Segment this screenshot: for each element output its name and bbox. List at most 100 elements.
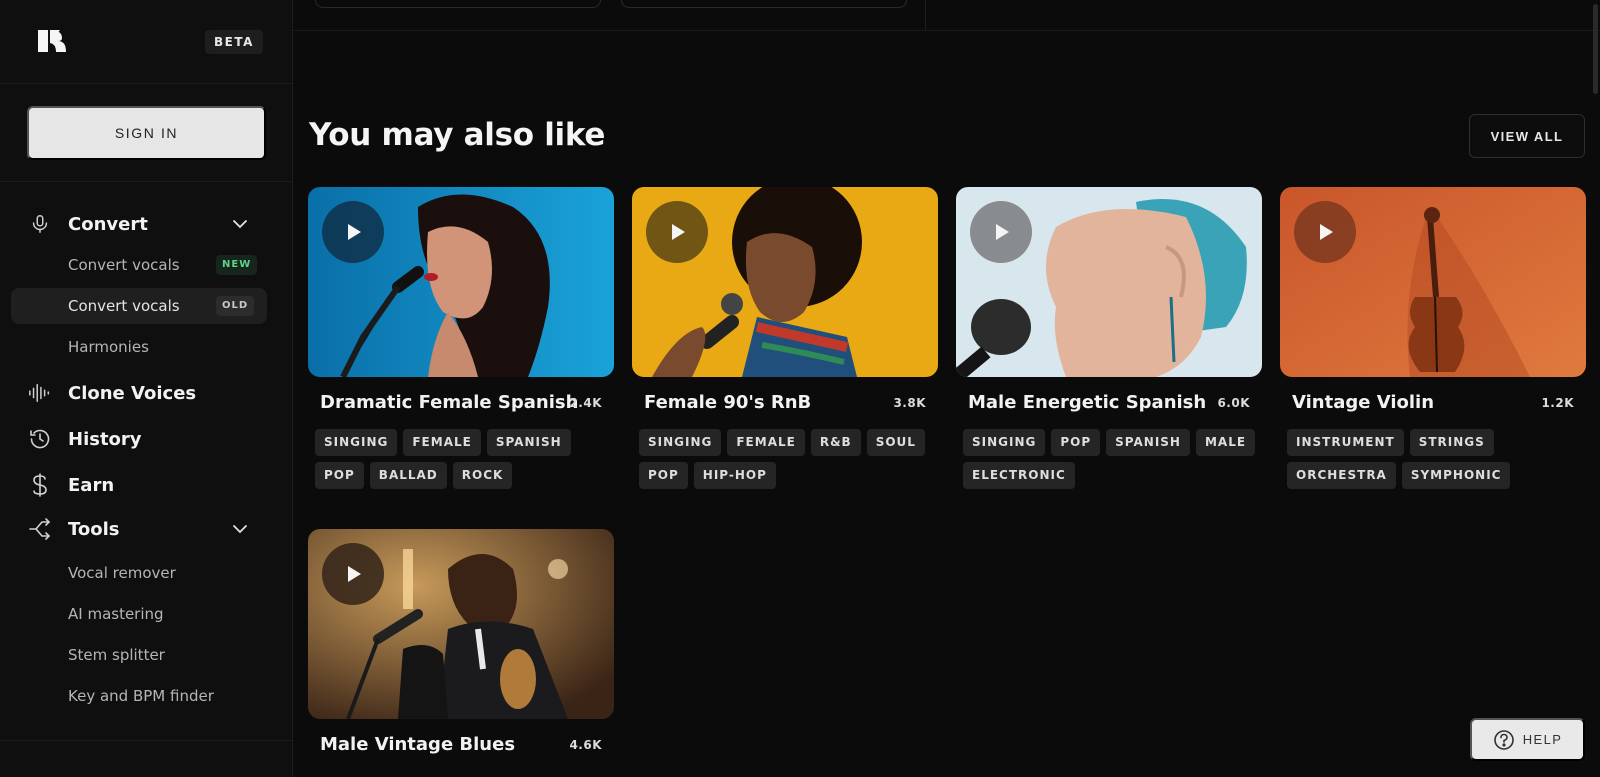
card-title[interactable]: Vintage Violin — [1292, 392, 1434, 413]
tag[interactable]: SPANISH — [1106, 429, 1190, 456]
previous-card[interactable] — [315, 0, 601, 8]
new-badge: NEW — [216, 255, 258, 275]
nav-item-clone-voices[interactable]: Clone Voices — [0, 375, 293, 411]
card-title[interactable]: Male Vintage Blues — [320, 734, 515, 755]
view-all-button[interactable]: VIEW ALL — [1469, 114, 1585, 158]
sub-label: Harmonies — [68, 338, 149, 356]
card-title[interactable]: Dramatic Female Spanish — [320, 392, 578, 413]
voice-card[interactable]: Dramatic Female Spanish 2.4K SINGING FEM… — [308, 187, 614, 489]
tag[interactable]: SINGING — [315, 429, 398, 456]
chevron-down-icon[interactable] — [231, 215, 249, 233]
play-button[interactable] — [646, 201, 708, 263]
section-title: You may also like — [309, 117, 606, 153]
nav-label-convert: Convert — [68, 213, 148, 235]
nav-label-earn: Earn — [68, 474, 115, 496]
tag[interactable]: SPANISH — [486, 429, 571, 456]
nav-item-tools[interactable]: Tools — [0, 511, 293, 547]
card-thumbnail[interactable] — [956, 187, 1262, 377]
previous-card[interactable] — [621, 0, 907, 8]
sub-item-convert-vocals-old[interactable]: Convert vocals OLD — [11, 288, 267, 324]
tag[interactable]: FEMALE — [403, 429, 481, 456]
tag[interactable]: ELECTRONIC — [963, 462, 1075, 489]
sub-label: Key and BPM finder — [68, 687, 214, 705]
play-icon — [996, 224, 1009, 240]
old-badge: OLD — [216, 296, 255, 316]
top-strip — [293, 0, 1600, 31]
card-thumbnail[interactable] — [308, 187, 614, 377]
tag[interactable]: MALE — [1195, 429, 1256, 456]
mic-icon — [28, 212, 52, 236]
sub-label: Convert vocals — [68, 256, 180, 274]
sign-in-button[interactable]: SIGN IN — [27, 106, 266, 160]
tag[interactable]: HIP-HOP — [693, 462, 776, 489]
card-title[interactable]: Female 90's RnB — [644, 392, 811, 413]
tag[interactable]: ORCHESTRA — [1287, 462, 1396, 489]
voice-card[interactable]: Male Vintage Blues 4.6K — [308, 529, 614, 755]
main-content: You may also like VIEW ALL Dramatic Fema… — [293, 0, 1600, 777]
sub-item-vocal-remover[interactable]: Vocal remover — [11, 555, 267, 591]
tag[interactable]: R&B — [810, 429, 861, 456]
share-icon — [28, 517, 52, 541]
play-button[interactable] — [1294, 201, 1356, 263]
tag-list: SINGING POP SPANISH MALE ELECTRONIC — [963, 429, 1263, 489]
play-icon — [672, 224, 685, 240]
tag[interactable]: POP — [639, 462, 688, 489]
sub-item-stem-splitter[interactable]: Stem splitter — [11, 637, 267, 673]
help-button[interactable]: HELP — [1470, 718, 1585, 761]
card-title[interactable]: Male Energetic Spanish — [968, 392, 1206, 413]
card-thumbnail[interactable] — [632, 187, 938, 377]
tag[interactable]: SINGING — [639, 429, 722, 456]
sub-item-key-bpm-finder[interactable]: Key and BPM finder — [11, 678, 267, 714]
logo-icon[interactable] — [36, 26, 70, 56]
tag-list: INSTRUMENT STRINGS ORCHESTRA SYMPHONIC — [1287, 429, 1587, 489]
use-count: 6.0K — [1217, 396, 1250, 410]
play-button[interactable] — [322, 201, 384, 263]
tag[interactable]: STRINGS — [1409, 429, 1494, 456]
nav-item-history[interactable]: History — [0, 421, 293, 457]
use-count: 4.6K — [569, 738, 602, 752]
voice-card[interactable]: Male Energetic Spanish 6.0K SINGING POP … — [956, 187, 1262, 489]
tag[interactable]: FEMALE — [727, 429, 805, 456]
card-thumbnail[interactable] — [308, 529, 614, 719]
divider — [0, 740, 293, 741]
play-button[interactable] — [322, 543, 384, 605]
sidebar: BETA SIGN IN Convert Convert vocals NEW … — [0, 0, 293, 777]
tag[interactable]: POP — [315, 462, 364, 489]
divider — [925, 0, 926, 31]
sub-label: AI mastering — [68, 605, 164, 623]
tag[interactable]: SYMPHONIC — [1401, 462, 1511, 489]
card-thumbnail[interactable] — [1280, 187, 1586, 377]
sub-label: Convert vocals — [68, 297, 180, 315]
nav-item-earn[interactable]: Earn — [0, 467, 293, 503]
sub-label: Stem splitter — [68, 646, 165, 664]
voice-card[interactable]: Vintage Violin 1.2K INSTRUMENT STRINGS O… — [1280, 187, 1586, 489]
play-icon — [348, 566, 361, 582]
play-icon — [348, 224, 361, 240]
sidebar-header: BETA — [0, 0, 293, 84]
tag[interactable]: INSTRUMENT — [1287, 429, 1404, 456]
sub-item-ai-mastering[interactable]: AI mastering — [11, 596, 267, 632]
sub-item-convert-vocals-new[interactable]: Convert vocals NEW — [11, 247, 267, 283]
use-count: 1.2K — [1541, 396, 1574, 410]
play-button[interactable] — [970, 201, 1032, 263]
dollar-icon — [28, 473, 52, 497]
use-count: 3.8K — [893, 396, 926, 410]
tag[interactable]: BALLAD — [369, 462, 447, 489]
help-icon — [1493, 729, 1514, 750]
help-label: HELP — [1522, 732, 1563, 747]
beta-badge: BETA — [205, 30, 263, 54]
voice-card[interactable]: Female 90's RnB 3.8K SINGING FEMALE R&B … — [632, 187, 938, 489]
nav-item-convert[interactable]: Convert — [0, 206, 293, 242]
sub-label: Vocal remover — [68, 564, 176, 582]
nav-label-clone-voices: Clone Voices — [68, 382, 197, 404]
nav-label-tools: Tools — [68, 518, 120, 540]
sub-item-harmonies[interactable]: Harmonies — [11, 329, 267, 365]
tag-list: SINGING FEMALE SPANISH POP BALLAD ROCK — [315, 429, 615, 489]
scrollbar-thumb[interactable] — [1593, 4, 1598, 94]
tag[interactable]: ROCK — [452, 462, 513, 489]
tag[interactable]: SOUL — [866, 429, 925, 456]
play-icon — [1320, 224, 1333, 240]
tag[interactable]: SINGING — [963, 429, 1046, 456]
tag[interactable]: POP — [1051, 429, 1101, 456]
chevron-down-icon[interactable] — [231, 520, 249, 538]
